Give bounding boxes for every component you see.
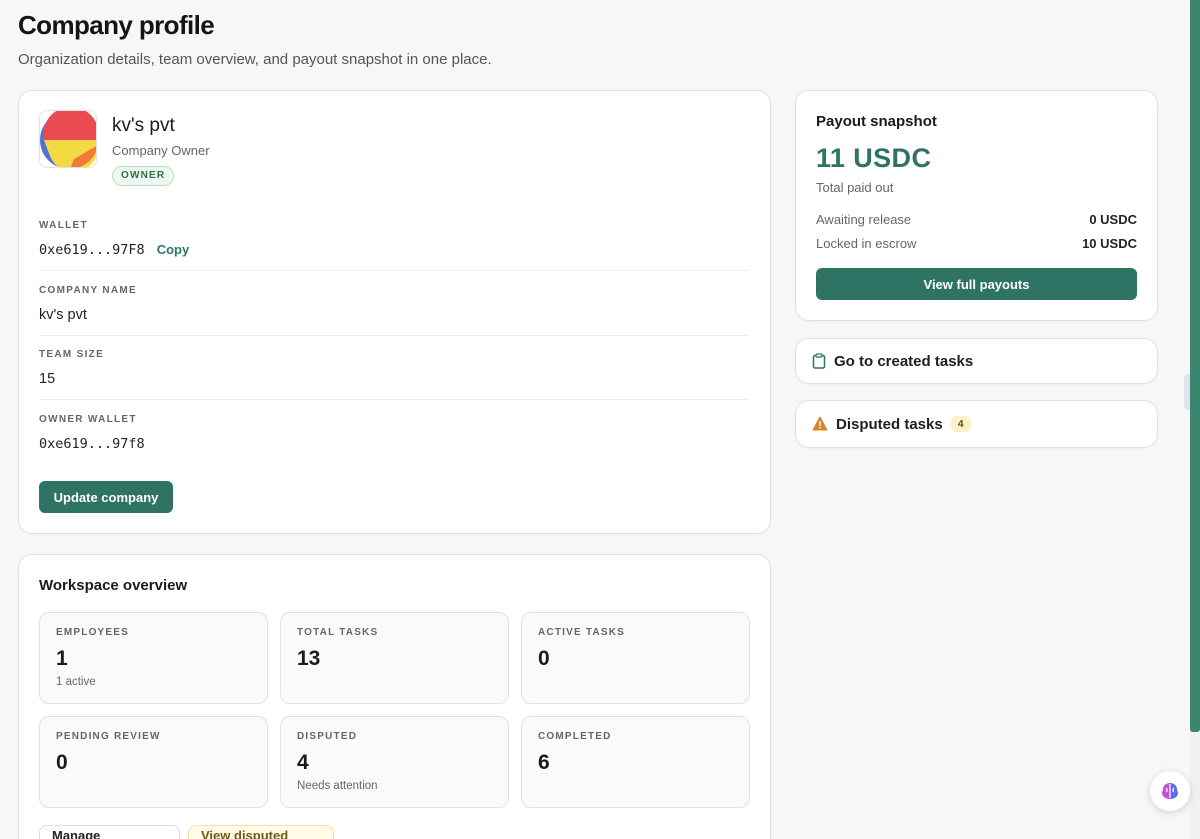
copy-wallet-button[interactable]: Copy xyxy=(157,242,190,257)
stat-label: ACTIVE TASKS xyxy=(538,627,625,638)
stat-label: TOTAL TASKS xyxy=(297,627,379,638)
locked-escrow-label: Locked in escrow xyxy=(816,236,917,251)
stat-value: 1 xyxy=(56,647,68,670)
payout-title: Payout snapshot xyxy=(816,113,937,130)
warning-icon xyxy=(812,416,828,432)
assistant-brain-button[interactable] xyxy=(1150,771,1190,811)
owner-badge: OWNER xyxy=(112,166,175,186)
divider xyxy=(39,399,749,400)
stat-completed: COMPLETED 6 xyxy=(521,716,750,808)
owner-wallet-label: OWNER WALLET xyxy=(39,414,137,425)
divider xyxy=(39,335,749,336)
total-paid-amount: 11 USDC xyxy=(816,143,932,173)
stat-label: COMPLETED xyxy=(538,731,612,742)
page-title: Company profile xyxy=(18,10,215,40)
total-paid-label: Total paid out xyxy=(816,180,894,195)
workspace-overview-title: Workspace overview xyxy=(39,577,188,594)
awaiting-release-label: Awaiting release xyxy=(816,212,912,227)
owner-wallet-address: 0xe619...97f8 xyxy=(39,436,145,452)
team-size-field: TEAM SIZE 15 xyxy=(39,349,749,387)
stat-label: DISPUTED xyxy=(297,731,358,742)
page-header: Company profile Organization details, te… xyxy=(18,10,492,68)
stat-label: EMPLOYEES xyxy=(56,627,130,638)
disputed-tasks-link[interactable]: Disputed tasks 4 xyxy=(795,400,1158,448)
disputed-tasks-label: Disputed tasks xyxy=(836,415,943,433)
brain-icon xyxy=(1162,783,1178,799)
locked-escrow-row: Locked in escrow 10 USDC xyxy=(816,236,1137,251)
disputed-count-badge: 4 xyxy=(950,416,971,432)
stat-disputed: DISPUTED 4 Needs attention xyxy=(280,716,509,808)
go-to-created-tasks-link[interactable]: Go to created tasks xyxy=(795,338,1158,384)
company-role: Company Owner xyxy=(112,143,210,158)
scrollbar-thumb[interactable] xyxy=(1190,0,1200,732)
stat-sub: 1 active xyxy=(56,676,96,688)
stat-value: 4 xyxy=(297,751,309,774)
stat-sub: Needs attention xyxy=(297,780,378,792)
awaiting-release-row: Awaiting release 0 USDC xyxy=(816,212,1137,227)
stat-pending-review: PENDING REVIEW 0 xyxy=(39,716,268,808)
view-disputed-tasks-button[interactable]: View disputed tasks xyxy=(188,825,334,839)
wallet-field: WALLET 0xe619...97F8 Copy xyxy=(39,220,749,258)
stat-value: 0 xyxy=(56,751,68,774)
wallet-address: 0xe619...97F8 xyxy=(39,242,145,258)
awaiting-release-value: 0 USDC xyxy=(1089,212,1137,227)
payout-snapshot-card: Payout snapshot 11 USDC Total paid out A… xyxy=(795,90,1158,321)
workspace-overview-card: Workspace overview EMPLOYEES 1 1 active … xyxy=(18,554,771,839)
company-logo-icon xyxy=(40,111,96,167)
company-name-label: COMPANY NAME xyxy=(39,285,138,296)
company-name-field: COMPANY NAME kv's pvt xyxy=(39,285,749,323)
stat-label: PENDING REVIEW xyxy=(56,731,161,742)
company-name: kv's pvt xyxy=(112,115,175,136)
update-company-button[interactable]: Update company xyxy=(39,481,173,513)
created-tasks-label: Go to created tasks xyxy=(834,352,974,370)
stat-value: 6 xyxy=(538,751,550,774)
locked-escrow-value: 10 USDC xyxy=(1082,236,1137,251)
stat-active-tasks: ACTIVE TASKS 0 xyxy=(521,612,750,704)
stat-value: 13 xyxy=(297,647,321,670)
stat-employees: EMPLOYEES 1 1 active xyxy=(39,612,268,704)
page-subtitle: Organization details, team overview, and… xyxy=(18,51,492,68)
team-size-value: 15 xyxy=(39,371,56,387)
team-size-label: TEAM SIZE xyxy=(39,349,105,360)
company-avatar xyxy=(39,110,97,168)
owner-wallet-field: OWNER WALLET 0xe619...97f8 xyxy=(39,414,749,452)
manage-employees-button[interactable]: Manage employees xyxy=(39,825,180,839)
stat-value: 0 xyxy=(538,647,550,670)
stat-total-tasks: TOTAL TASKS 13 xyxy=(280,612,509,704)
divider xyxy=(39,270,749,271)
side-panel-handle[interactable] xyxy=(1184,374,1190,410)
clipboard-icon xyxy=(812,353,826,369)
company-name-value: kv's pvt xyxy=(39,307,87,323)
company-profile-card: kv's pvt Company Owner OWNER WALLET 0xe6… xyxy=(18,90,771,534)
view-full-payouts-button[interactable]: View full payouts xyxy=(816,268,1137,300)
wallet-label: WALLET xyxy=(39,220,88,231)
